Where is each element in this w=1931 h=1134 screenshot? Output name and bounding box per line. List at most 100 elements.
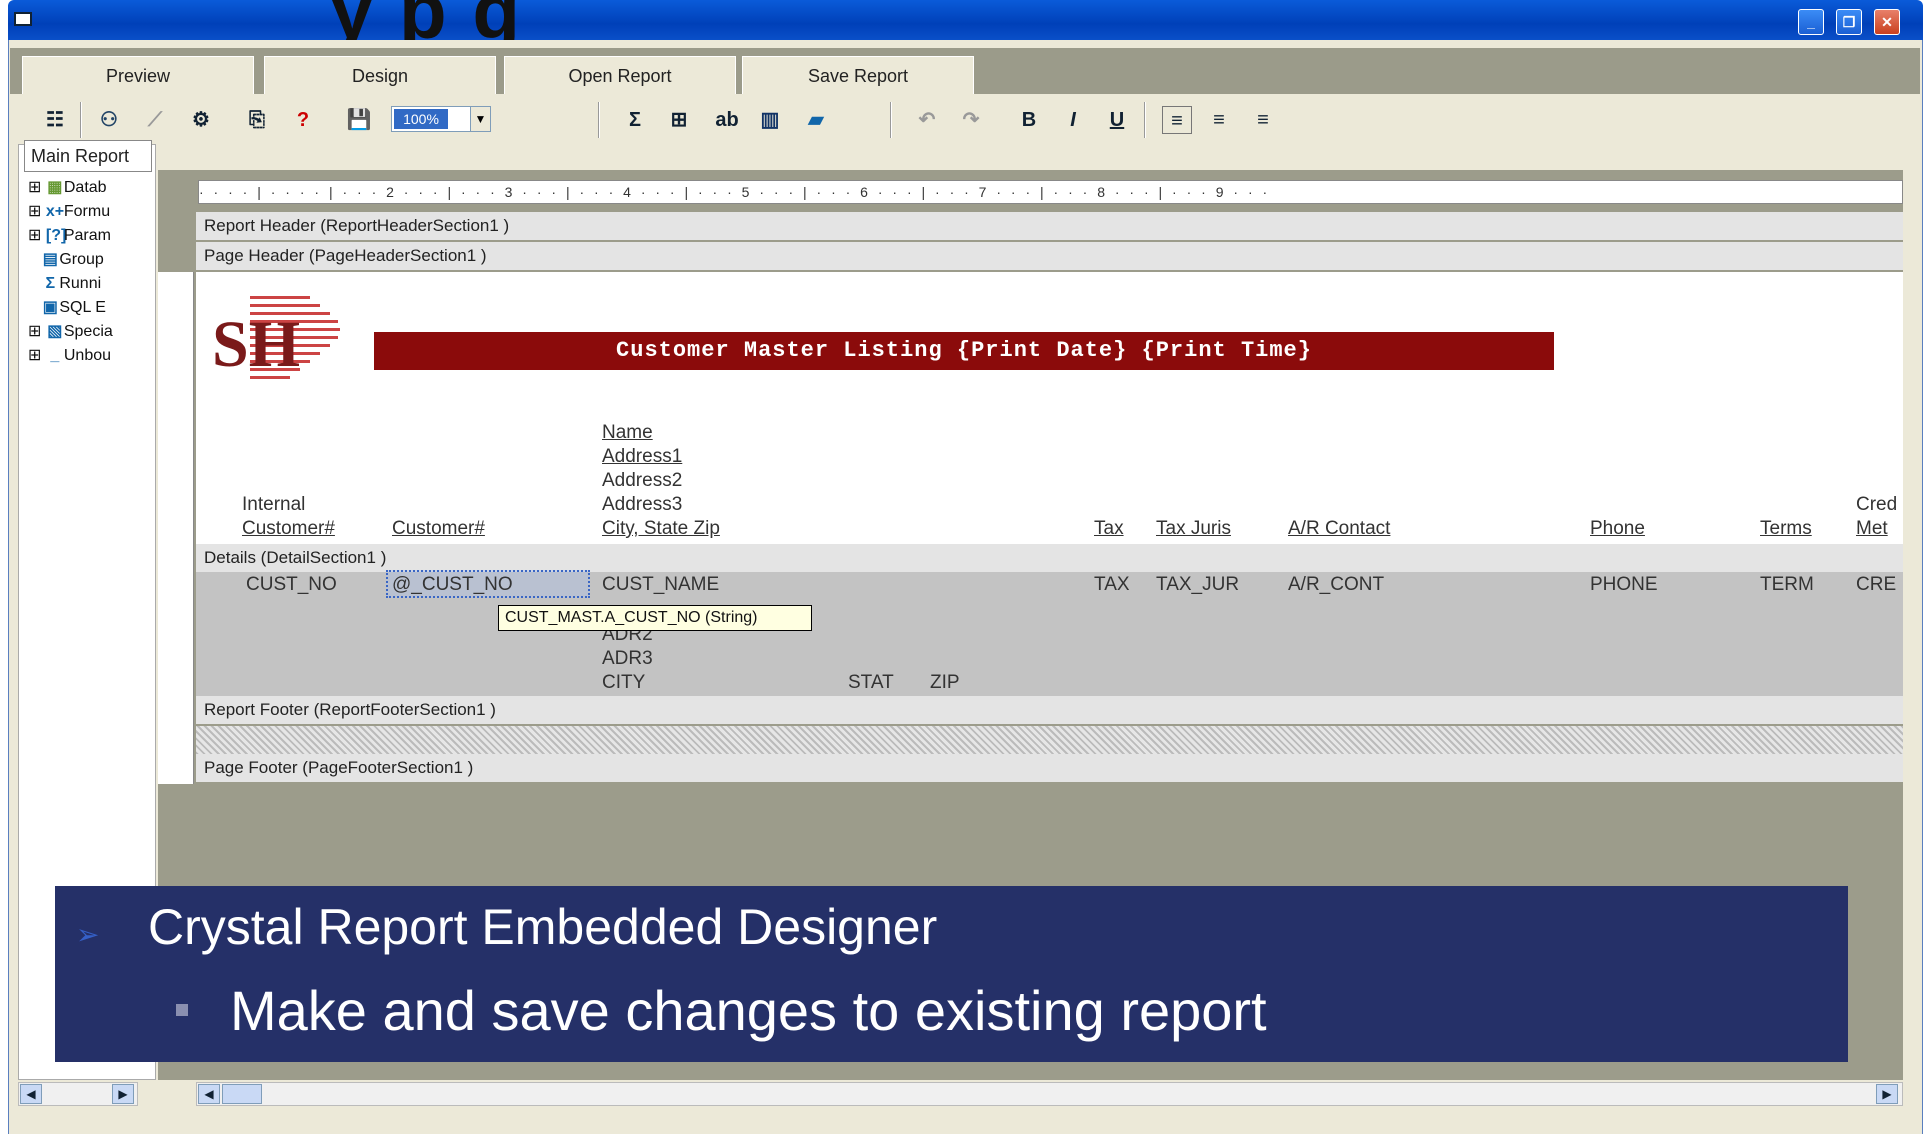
field-zip[interactable]: ZIP: [930, 672, 960, 694]
field-customer-num-header[interactable]: Customer#: [242, 518, 335, 540]
field-cred[interactable]: CRE: [1856, 574, 1896, 596]
special-field-icon: ▧: [47, 323, 63, 340]
tab-save-report[interactable]: Save Report: [742, 56, 974, 94]
field-cust-no[interactable]: CUST_NO: [246, 574, 337, 596]
field-cred-header[interactable]: Cred: [1856, 494, 1897, 516]
field-terms[interactable]: TERM: [1760, 574, 1814, 596]
toolbar-separator: [890, 102, 892, 138]
field-customer-num2-header[interactable]: Customer#: [392, 518, 485, 540]
report-title-banner[interactable]: Customer Master Listing {Print Date} {Pr…: [374, 332, 1554, 370]
align-center-icon[interactable]: ≡: [1204, 106, 1234, 134]
field-met-header[interactable]: Met: [1856, 518, 1888, 540]
section-details[interactable]: Details (DetailSection1 ): [196, 544, 1903, 572]
field-phone[interactable]: PHONE: [1590, 574, 1658, 596]
align-right-icon[interactable]: ≡: [1248, 106, 1278, 134]
toolbar-separator: [1144, 102, 1146, 138]
tab-design[interactable]: Design: [264, 56, 496, 94]
field-tax-jur[interactable]: TAX_JUR: [1156, 574, 1239, 596]
italic-icon[interactable]: I: [1058, 106, 1088, 134]
redo-icon[interactable]: ↷: [956, 106, 986, 134]
field-cust-name[interactable]: CUST_NAME: [602, 574, 719, 596]
tree-item-database[interactable]: ⊞ ▦Datab: [28, 176, 107, 200]
report-footer-band-suppressed: [196, 726, 1903, 754]
field-address3-header[interactable]: Address3: [602, 494, 682, 516]
field-tax[interactable]: TAX: [1094, 574, 1130, 596]
field-address1-header[interactable]: Address1: [602, 446, 682, 468]
tree-item-sql[interactable]: ▣SQL E: [28, 296, 106, 320]
chart-icon[interactable]: ▥: [754, 106, 786, 134]
field-stat[interactable]: STAT: [848, 672, 894, 694]
close-button[interactable]: ✕: [1874, 9, 1900, 35]
horizontal-ruler: · · · · | · · · · | · · · 2 · · · | · · …: [198, 180, 1903, 204]
scroll-left-icon[interactable]: ◀: [198, 1084, 220, 1104]
tree-item-group[interactable]: ▤Group: [28, 248, 104, 272]
text-icon[interactable]: ab: [712, 106, 742, 134]
tab-preview[interactable]: Preview: [22, 56, 254, 94]
sql-icon: ▣: [42, 299, 58, 316]
sum-icon[interactable]: Σ: [620, 106, 650, 134]
tree-item-formula[interactable]: ⊞ x+Formu: [28, 200, 110, 224]
database-icon: ▦: [47, 179, 63, 196]
toolbar-separator: [80, 102, 82, 138]
scroll-right-icon[interactable]: ▶: [112, 1084, 134, 1104]
tree-item-unbound[interactable]: ⊞ _ Unbou: [28, 344, 111, 368]
logo-text: SH: [212, 308, 300, 381]
magic-wand-icon[interactable]: ⟋: [140, 106, 170, 134]
running-total-icon: Σ: [45, 275, 56, 292]
section-page-footer[interactable]: Page Footer (PageFooterSection1 ): [196, 754, 1903, 782]
group-icon[interactable]: ⊞: [664, 106, 694, 134]
field-address2-header[interactable]: Address2: [602, 470, 682, 492]
tree-item-running-total[interactable]: Σ Runni: [28, 272, 102, 296]
restore-button[interactable]: ❐: [1836, 9, 1862, 35]
unbound-icon: _: [50, 347, 60, 364]
scroll-right-icon[interactable]: ▶: [1876, 1084, 1898, 1104]
app-icon: [14, 12, 32, 26]
help-icon[interactable]: ?: [288, 106, 318, 134]
find-icon[interactable]: ⎘: [242, 106, 272, 134]
parameter-icon: [?]: [45, 227, 67, 244]
map-icon[interactable]: ▰: [800, 106, 832, 134]
page-header-band: [196, 272, 1903, 544]
field-city-state-zip-header[interactable]: City, State Zip: [602, 518, 720, 540]
section-page-header[interactable]: Page Header (PageHeaderSection1 ): [196, 242, 1903, 270]
field-ar-contact-header[interactable]: A/R Contact: [1288, 518, 1390, 540]
tree-item-special[interactable]: ⊞ ▧Specia: [28, 320, 113, 344]
company-logo: SH: [212, 296, 340, 381]
save-icon[interactable]: 💾: [344, 106, 374, 134]
field-cust-no-selected[interactable]: @_CUST_NO: [392, 574, 513, 596]
tools-icon[interactable]: ⚙: [186, 106, 216, 134]
align-left-icon[interactable]: ≡: [1162, 106, 1192, 134]
underline-icon[interactable]: U: [1102, 106, 1132, 134]
field-tax-juris-header[interactable]: Tax Juris: [1156, 518, 1231, 540]
field-city[interactable]: CITY: [602, 672, 645, 694]
explorer-icon[interactable]: ⚇: [94, 106, 124, 134]
tree-item-parameter[interactable]: ⊞ [?]Param: [28, 224, 111, 248]
section-report-footer[interactable]: Report Footer (ReportFooterSection1 ): [196, 696, 1903, 724]
tab-open-report[interactable]: Open Report: [504, 56, 736, 94]
zoom-select[interactable]: 100% ▼: [391, 106, 491, 132]
field-internal-header[interactable]: Internal: [242, 494, 305, 516]
chevron-down-icon[interactable]: ▼: [470, 107, 490, 131]
tab-main-report[interactable]: Main Report: [24, 140, 152, 172]
field-adr3[interactable]: ADR3: [602, 648, 653, 670]
field-tooltip: CUST_MAST.A_CUST_NO (String): [498, 605, 812, 631]
bold-icon[interactable]: B: [1014, 106, 1044, 134]
field-name-header[interactable]: Name: [602, 422, 653, 444]
field-phone-header[interactable]: Phone: [1590, 518, 1645, 540]
caption-line-1: Crystal Report Embedded Designer: [148, 899, 938, 955]
design-scrollbar[interactable]: [196, 1082, 1903, 1106]
field-terms-header[interactable]: Terms: [1760, 518, 1812, 540]
section-report-header[interactable]: Report Header (ReportHeaderSection1 ): [196, 212, 1903, 240]
tree-icon[interactable]: ☷: [40, 106, 70, 134]
caption-line-2: Make and save changes to existing report: [230, 979, 1267, 1042]
field-tax-header[interactable]: Tax: [1094, 518, 1124, 540]
undo-icon[interactable]: ↶: [912, 106, 942, 134]
toolbar-separator: [598, 102, 600, 138]
square-bullet-icon: [176, 1004, 188, 1016]
scroll-thumb[interactable]: [222, 1084, 262, 1104]
scroll-left-icon[interactable]: ◀: [20, 1084, 42, 1104]
field-ar-cont[interactable]: A/R_CONT: [1288, 574, 1384, 596]
group-icon: ▤: [42, 251, 58, 268]
zoom-value: 100%: [394, 109, 448, 129]
minimize-button[interactable]: _: [1798, 9, 1824, 35]
